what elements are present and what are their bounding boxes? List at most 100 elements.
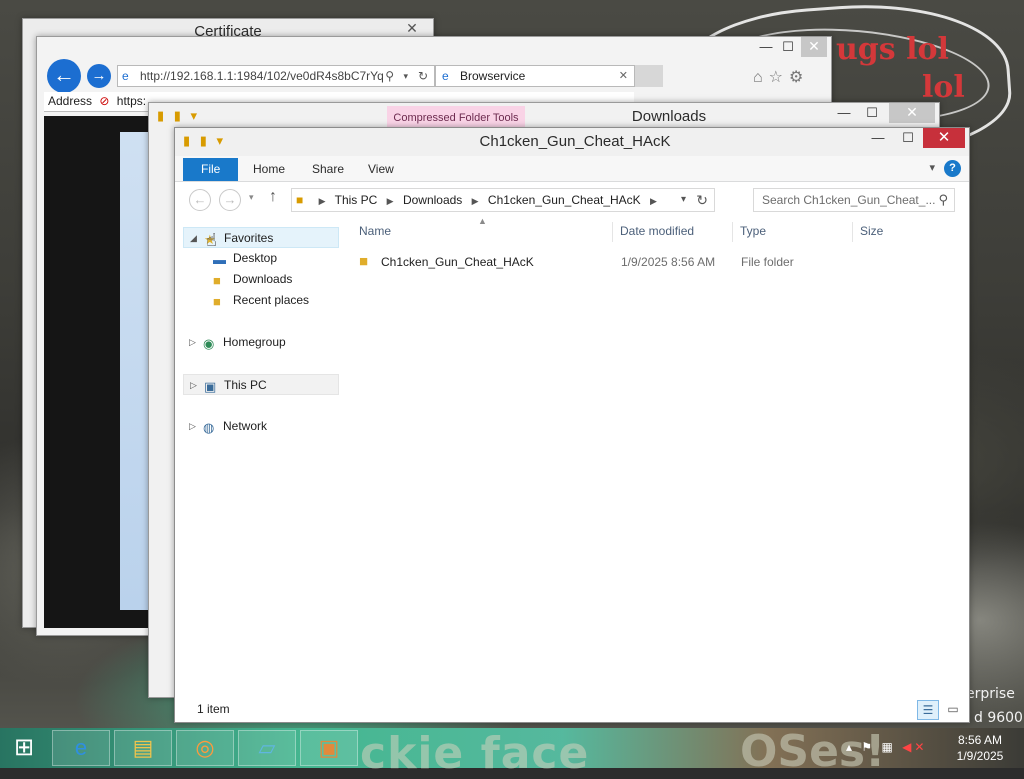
- taskbar-explorer-icon[interactable]: ▤: [114, 730, 172, 766]
- back-button[interactable]: ←: [47, 59, 81, 93]
- search-icon[interactable]: ⚲: [938, 189, 948, 211]
- taskbar-notebook-icon[interactable]: ▱: [238, 730, 296, 766]
- nav-item-homegroup[interactable]: ▷ ◉ Homegroup: [183, 332, 339, 353]
- close-button[interactable]: ✕: [923, 128, 965, 148]
- column-header-date[interactable]: Date modified: [620, 224, 694, 238]
- clock[interactable]: 8:56 AM 1/9/2025: [944, 732, 1016, 764]
- nav-label: Desktop: [233, 251, 278, 265]
- search-icon[interactable]: ⚲: [385, 66, 394, 86]
- nav-item-this-pc[interactable]: ▷ ▣ This PC: [183, 374, 339, 395]
- nav-label: Downloads: [233, 272, 293, 286]
- file-row[interactable]: ■ Ch1cken_Gun_Cheat_HAcK 1/9/2025 8:56 A…: [359, 252, 939, 272]
- title-bar[interactable]: ▮ ▮ ▾ Ch1cken_Gun_Cheat_HAcK — ☐ ✕: [175, 128, 969, 156]
- refresh-icon[interactable]: ↻: [418, 66, 428, 86]
- maximize-button[interactable]: ☐: [859, 103, 885, 123]
- tab-close-icon[interactable]: ✕: [619, 66, 628, 86]
- chevron-right-icon[interactable]: ▶: [650, 196, 657, 206]
- breadcrumb-item[interactable]: Ch1cken_Gun_Cheat_HAcK: [488, 193, 641, 207]
- tab-file[interactable]: File: [183, 158, 239, 181]
- nav-item-network[interactable]: ▷ ◍ Network: [183, 416, 339, 437]
- nav-item-recent-places[interactable]: ■ Recent places: [183, 290, 339, 311]
- background-text: ugs lol: [836, 32, 949, 67]
- help-icon[interactable]: ?: [944, 160, 961, 177]
- taskbar: ckie face OSes! ⊞ e ▤ ◎ ▱ ▣ ▴ ⚑ ▦ ◀✕ 8:5…: [0, 726, 1024, 779]
- column-divider[interactable]: [732, 222, 733, 242]
- tab-view[interactable]: View: [356, 158, 406, 181]
- column-header-size[interactable]: Size: [860, 224, 883, 238]
- forward-button[interactable]: →: [219, 189, 241, 211]
- gear-icon[interactable]: ⚙: [789, 69, 809, 86]
- chevron-right-icon[interactable]: ▶: [472, 196, 479, 206]
- file-date: 1/9/2025 8:56 AM: [621, 255, 716, 269]
- minimize-button[interactable]: —: [831, 103, 857, 123]
- expand-icon[interactable]: ▷: [190, 375, 197, 396]
- breadcrumb-item[interactable]: This PC: [335, 193, 378, 207]
- refresh-icon[interactable]: ↻: [696, 189, 708, 211]
- cert-blocked-icon: ⊘: [99, 94, 110, 108]
- column-header-name[interactable]: Name: [359, 224, 391, 238]
- address-value: https:: [116, 94, 147, 108]
- nav-label: Favorites: [224, 231, 274, 245]
- folder-icon: ■: [359, 253, 369, 270]
- home-icon[interactable]: ⌂: [753, 69, 769, 86]
- taskbar-certificate-icon[interactable]: ▣: [300, 730, 358, 766]
- expand-icon[interactable]: ▷: [189, 332, 196, 353]
- dropdown-icon[interactable]: ▾: [403, 66, 408, 86]
- column-divider[interactable]: [612, 222, 613, 242]
- file-name: Ch1cken_Gun_Cheat_HAcK: [381, 255, 534, 269]
- collapse-icon[interactable]: ◢: [190, 228, 197, 249]
- column-header-type[interactable]: Type: [740, 224, 766, 238]
- tab-home[interactable]: Home: [241, 158, 297, 181]
- up-arrow-icon[interactable]: ↑: [269, 188, 277, 206]
- nav-item-downloads[interactable]: ■ Downloads: [183, 269, 339, 290]
- close-button[interactable]: ✕: [889, 103, 935, 123]
- quick-access-toolbar: ▮ ▮ ▾: [157, 108, 201, 123]
- show-hidden-icon[interactable]: ▴: [846, 740, 855, 754]
- maximize-button[interactable]: ☐: [775, 37, 801, 57]
- system-tray: ▴ ⚑ ▦ ◀✕: [846, 740, 927, 754]
- chevron-right-icon[interactable]: ▶: [387, 196, 394, 206]
- maximize-button[interactable]: ☐: [895, 128, 921, 148]
- flag-icon[interactable]: ⚑: [861, 740, 875, 754]
- browser-tab[interactable]: e Browservice ✕: [435, 65, 635, 87]
- ribbon-expand-icon[interactable]: ▾: [929, 161, 935, 174]
- downloads-folder-icon: ■: [213, 273, 221, 288]
- tab-label: Browservice: [460, 69, 526, 83]
- new-tab-button[interactable]: [635, 65, 663, 87]
- breadcrumb-item[interactable]: Downloads: [403, 193, 462, 207]
- taskbar-media-icon[interactable]: ◎: [176, 730, 234, 766]
- nav-label: Network: [223, 419, 268, 433]
- network-icon: ◍: [203, 420, 215, 435]
- close-button[interactable]: ✕: [801, 37, 827, 57]
- search-placeholder: Search Ch1cken_Gun_Cheat_...: [762, 193, 936, 207]
- network-tray-icon[interactable]: ▦: [881, 740, 895, 754]
- hand-cursor-icon: ☝: [206, 230, 217, 250]
- nav-item-desktop[interactable]: ▬ Desktop: [183, 248, 339, 269]
- forward-button[interactable]: →: [87, 64, 111, 88]
- url-text: http://192.168.1.1:1984/102/ve0dR4s8bC7r…: [140, 69, 384, 83]
- volume-muted-icon[interactable]: ◀✕: [902, 740, 927, 754]
- address-bar[interactable]: e http://192.168.1.1:1984/102/ve0dR4s8bC…: [117, 65, 435, 87]
- favorites-star-icon[interactable]: ☆: [769, 69, 789, 86]
- chevron-right-icon[interactable]: ▶: [319, 196, 326, 206]
- taskbar-ie-icon[interactable]: e: [52, 730, 110, 766]
- recent-locations-icon[interactable]: ▾: [249, 192, 254, 203]
- expand-icon[interactable]: ▷: [189, 416, 196, 437]
- window-title: Ch1cken_Gun_Cheat_HAcK: [479, 133, 671, 150]
- explorer-window[interactable]: ▮ ▮ ▾ Ch1cken_Gun_Cheat_HAcK — ☐ ✕ File …: [174, 127, 970, 723]
- start-button[interactable]: ⊞: [8, 734, 40, 762]
- large-icons-view-icon[interactable]: ▭: [943, 700, 963, 720]
- minimize-button[interactable]: —: [865, 128, 891, 148]
- column-divider[interactable]: [852, 222, 853, 242]
- tab-share[interactable]: Share: [300, 158, 356, 181]
- chevron-down-icon[interactable]: ▾: [681, 189, 686, 211]
- ribbon-tabs: File Home Share View ▾ ?: [175, 156, 969, 182]
- folder-icon: ■: [296, 193, 304, 207]
- details-view-icon[interactable]: ☰: [917, 700, 939, 720]
- search-input[interactable]: Search Ch1cken_Gun_Cheat_... ⚲: [753, 188, 955, 212]
- clock-time: 8:56 AM: [957, 733, 1003, 747]
- breadcrumb[interactable]: ■ ▶ This PC ▶ Downloads ▶ Ch1cken_Gun_Ch…: [291, 188, 715, 212]
- quick-access-toolbar[interactable]: ▮ ▮ ▾: [183, 133, 226, 149]
- back-button[interactable]: ←: [189, 189, 211, 211]
- navigation-bar: ← → ▾ ↑ ■ ▶ This PC ▶ Downloads ▶ Ch1cke…: [175, 183, 969, 216]
